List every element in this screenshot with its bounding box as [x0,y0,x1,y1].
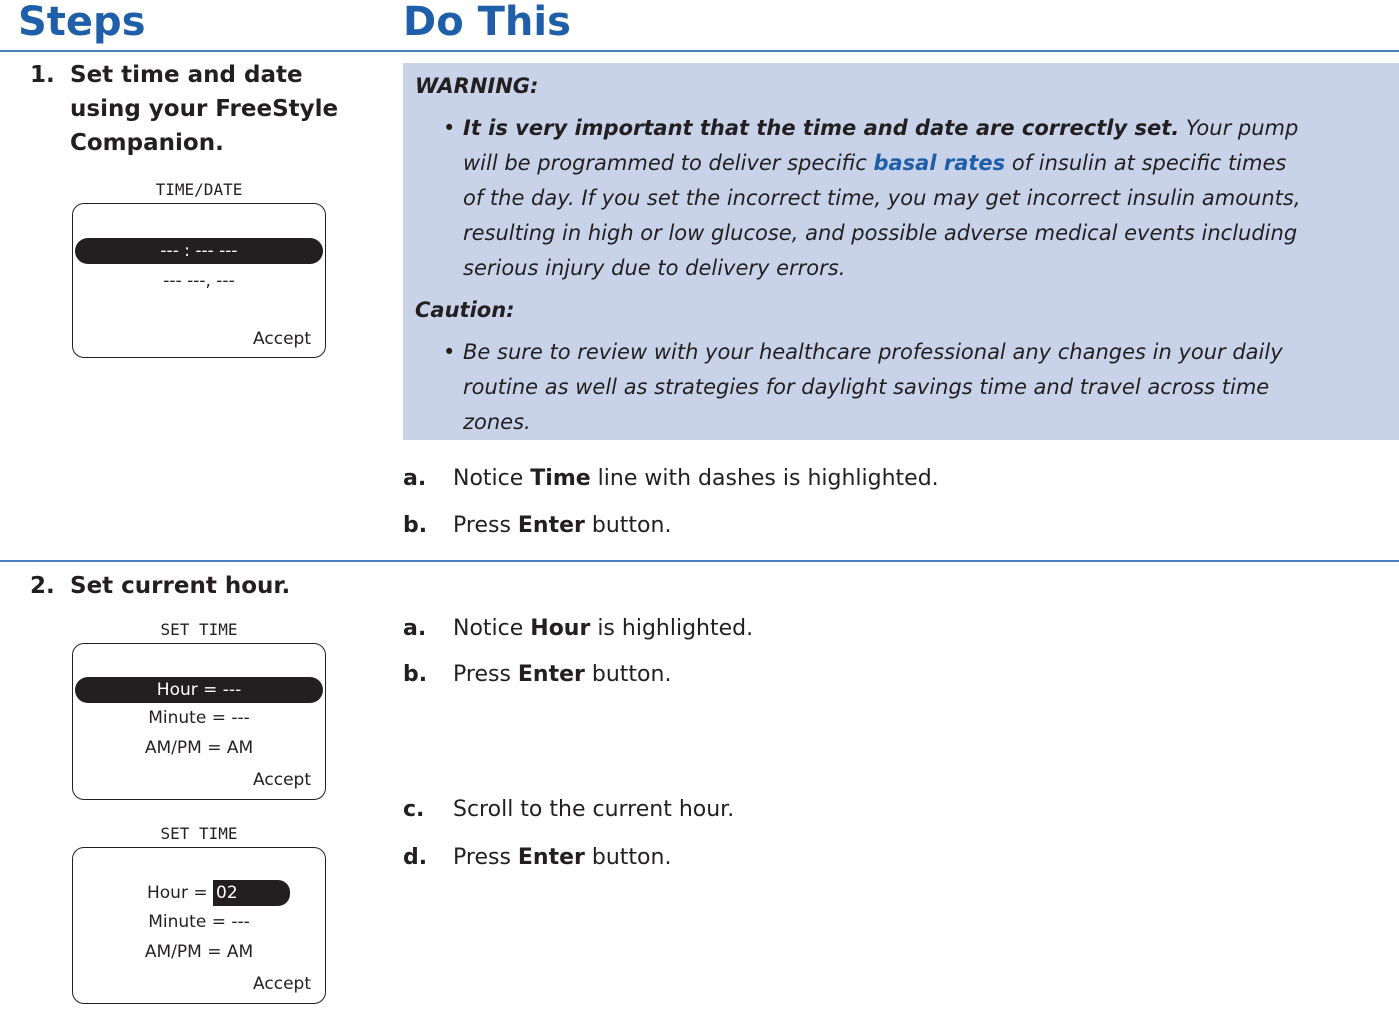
substep-text: Scroll to the current hour. [453,797,735,822]
substep-letter: d. [403,845,428,870]
basal-rates-link[interactable]: basal rates [873,151,1005,175]
warning-line4: resulting in high or low glucose, and po… [463,221,1298,245]
caution-line3: zones. [463,410,531,434]
warning-bullet: • It is very important that the time and… [443,111,1383,286]
step2-substep-d: d. Press Enter button. [403,843,671,873]
substep-letter: a. [403,466,427,491]
substep-letter: c. [403,797,425,822]
substep-letter: b. [403,662,428,687]
substep-text: button. [584,662,672,687]
hour-label: Hour = [147,883,213,903]
caution-line2: routine as well as strategies for daylig… [463,375,1270,399]
warning-line1-rest: Your pump [1179,116,1299,140]
step1-title-line3: Companion. [70,130,224,156]
substep-text: line with dashes is highlighted. [590,466,939,491]
substep-text: Press [453,845,518,870]
step2-title: 2. Set current hour. [30,569,290,603]
warning-bold-lead: It is very important that the time and d… [463,116,1180,140]
warning-line2-pre: will be programmed to deliver specific [463,151,874,175]
substep-text: is highlighted. [590,616,754,641]
step1-substep-a: a. Notice Time line with dashes is highli… [403,464,939,494]
bullet-icon: • [443,116,456,140]
substep-letter: b. [403,513,428,538]
warning-line5: serious injury due to delivery errors. [463,256,846,280]
set-time-screen2-title: SET TIME [160,824,238,843]
ampm-row: AM/PM = AM [144,738,254,758]
substep-bold: Hour [530,616,591,641]
step1-title: 1. Set time and date using your FreeStyle… [30,58,338,160]
warning-box: WARNING: • It is very important that the… [403,63,1399,440]
substep-text: Press [453,513,518,538]
hour-row: Hour = 02 [147,880,323,906]
caution-bullet: • Be sure to review with your healthcare… [443,335,1383,440]
step1-title-line1: Set time and date [70,62,303,88]
date-row: --- ---, --- [163,271,235,291]
step2-substep-a: a. Notice Hour is highlighted. [403,614,753,644]
substep-bold: Time [530,466,591,491]
time-date-screen: --- : --- --- --- ---, --- Accept [72,203,326,358]
substep-text: Notice [453,466,531,491]
substep-text: Press [453,662,518,687]
set-time-screen1-title: SET TIME [160,620,238,639]
step2-substep-c: c. Scroll to the current hour. [403,795,734,825]
header-rule [0,50,1399,52]
hour-highlight-row: Hour = --- [75,677,323,703]
warning-line2-post: of insulin at specific times [1005,151,1287,175]
accept-label: Accept [253,329,311,349]
steps-header: Steps [18,0,146,45]
time-highlight-row: --- : --- --- [75,238,323,264]
minute-row: Minute = --- [148,708,250,728]
step2-title-text: Set current hour. [70,573,291,599]
substep-bold: Enter [517,845,585,870]
substep-bold: Enter [517,513,585,538]
step1-title-line2: using your FreeStyle [70,96,339,122]
step-divider [0,560,1399,562]
step1-number: 1. [30,62,55,88]
accept-label: Accept [253,770,311,790]
accept-label: Accept [253,974,311,994]
substep-letter: a. [403,616,427,641]
substep-bold: Enter [517,662,585,687]
substep-text: Notice [453,616,531,641]
set-time-screen2: Hour = 02 Minute = --- AM/PM = AM Accept [72,847,326,1004]
caution-heading: Caution: [415,298,515,322]
step2-substep-b: b. Press Enter button. [403,660,671,690]
do-this-header: Do This [403,0,571,45]
warning-heading: WARNING: [415,74,539,98]
step1-substep-b: b. Press Enter button. [403,511,671,541]
set-time-screen1: Hour = --- Minute = --- AM/PM = AM Accep… [72,643,326,800]
minute-row: Minute = --- [148,912,250,932]
warning-line3: of the day. If you set the incorrect tim… [463,186,1301,210]
bullet-icon: • [443,340,456,364]
ampm-row: AM/PM = AM [144,942,254,962]
hour-value-highlight: 02 [213,880,290,906]
caution-line1: Be sure to review with your healthcare p… [463,340,1283,364]
substep-text: button. [584,513,672,538]
time-date-screen-title: TIME/DATE [155,180,243,199]
step2-number: 2. [30,573,55,599]
substep-text: button. [584,845,672,870]
